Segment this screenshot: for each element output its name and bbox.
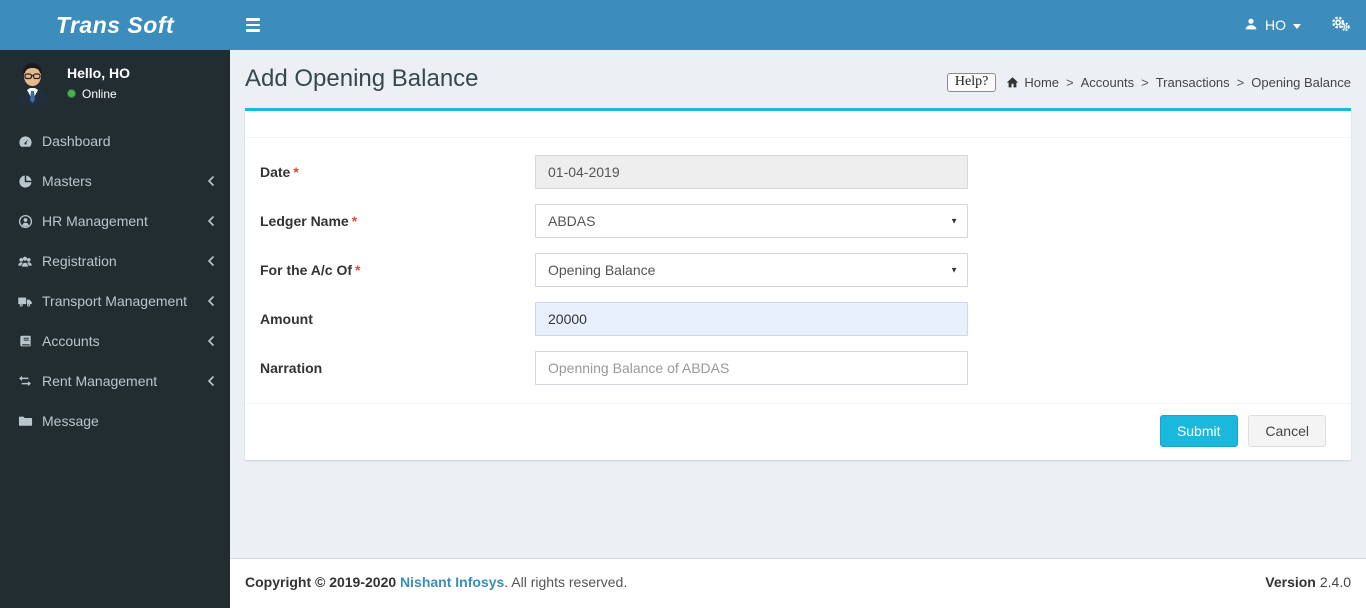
chevron-left-icon: [206, 375, 216, 387]
chevron-left-icon: [206, 255, 216, 267]
user-greeting: Hello, HO: [67, 64, 131, 81]
for-the-ac-of-select[interactable]: Opening Balance: [535, 253, 968, 287]
sidebar-item-label: Rent Management: [42, 373, 158, 389]
sidebar-item-label: HR Management: [42, 213, 148, 229]
sidebar-item-hr-management[interactable]: HR Management: [0, 201, 230, 241]
submit-button[interactable]: Submit: [1159, 415, 1238, 447]
breadcrumb-separator: >: [1066, 75, 1074, 90]
sidebar-item-label: Transport Management: [42, 293, 187, 309]
page-title: Add Opening Balance: [245, 65, 479, 92]
form-row-for-the-ac-of: For the A/c Of * Opening Balance ▼: [260, 253, 1336, 287]
breadcrumb-separator: >: [1141, 75, 1149, 90]
user-status[interactable]: Online: [67, 87, 130, 101]
form-row-date: Date *: [260, 155, 1336, 189]
content-header: Add Opening Balance Help? Home > Account…: [230, 50, 1366, 93]
user-avatar: [16, 63, 49, 105]
copyright-years: Copyright © 2019-2020: [245, 574, 397, 590]
app-logo-text: Trans Soft: [55, 11, 175, 38]
date-input[interactable]: [535, 155, 968, 189]
copyright-text: Copyright © 2019-2020 Nishant Infosys. A…: [245, 574, 627, 593]
truck-icon: [15, 294, 35, 309]
narration-input[interactable]: [535, 351, 968, 385]
amount-label: Amount: [260, 311, 313, 327]
rights-text: . All rights reserved.: [504, 574, 628, 590]
breadcrumb-accounts[interactable]: Accounts: [1081, 75, 1134, 90]
form-row-ledger-name: Ledger Name * ABDAS ▼: [260, 204, 1336, 238]
form-panel: Date* Ledger Name* ABDAS ▼: [245, 108, 1351, 460]
sidebar-item-label: Message: [42, 413, 99, 429]
breadcrumb: Help? Home > Accounts > Transactions > O…: [946, 73, 1351, 92]
hamburger-icon: [246, 18, 260, 21]
for-the-ac-of-label: For the A/c Of *: [260, 262, 361, 278]
chevron-left-icon: [206, 295, 216, 307]
help-button[interactable]: Help?: [946, 73, 997, 92]
amount-input[interactable]: [535, 302, 968, 336]
chevron-left-icon: [206, 335, 216, 347]
home-icon: [1006, 76, 1019, 89]
user-info: Hello, HO Online: [67, 65, 130, 101]
settings-button[interactable]: [1315, 0, 1366, 50]
users-icon: [15, 254, 35, 269]
form-row-amount: Amount: [260, 302, 1336, 336]
sidebar-item-masters[interactable]: Masters: [0, 161, 230, 201]
sidebar-item-rent-management[interactable]: Rent Management: [0, 361, 230, 401]
version-info: Version 2.4.0: [1265, 574, 1351, 593]
company-link[interactable]: Nishant Infosys: [400, 574, 504, 590]
user-menu-label: HO: [1265, 17, 1286, 33]
sidebar: Trans Soft Hello, HO Online Dashboard Ma…: [0, 0, 230, 608]
breadcrumb-opening-balance[interactable]: Opening Balance: [1251, 75, 1351, 90]
gauge-icon: [15, 134, 35, 149]
sidebar-item-registration[interactable]: Registration: [0, 241, 230, 281]
user-icon: [1244, 17, 1258, 34]
breadcrumb-home[interactable]: Home: [1024, 75, 1059, 90]
sidebar-item-accounts[interactable]: Accounts: [0, 321, 230, 361]
date-label: Date *: [260, 164, 299, 180]
top-navbar: HO: [230, 0, 1366, 50]
required-asterisk: *: [355, 262, 361, 278]
sidebar-item-label: Dashboard: [42, 133, 111, 149]
breadcrumb-transactions[interactable]: Transactions: [1156, 75, 1230, 90]
chevron-left-icon: [206, 215, 216, 227]
user-circle-icon: [15, 214, 35, 229]
sidebar-item-transport-management[interactable]: Transport Management: [0, 281, 230, 321]
version-value: 2.4.0: [1319, 574, 1351, 590]
exchange-icon: [15, 374, 35, 388]
sidebar-item-label: Registration: [42, 253, 117, 269]
online-dot-icon: [67, 89, 76, 98]
book-icon: [15, 334, 35, 349]
sidebar-item-message[interactable]: Message: [0, 401, 230, 441]
cogs-icon: [1331, 15, 1350, 35]
app-logo[interactable]: Trans Soft: [0, 0, 230, 50]
cancel-button[interactable]: Cancel: [1248, 415, 1326, 447]
chevron-left-icon: [206, 175, 216, 187]
sidebar-item-dashboard[interactable]: Dashboard: [0, 121, 230, 161]
folder-icon: [15, 414, 35, 428]
user-panel: Hello, HO Online: [0, 50, 230, 115]
page-footer: Copyright © 2019-2020 Nishant Infosys. A…: [230, 558, 1366, 608]
pie-chart-icon: [15, 174, 35, 189]
sidebar-item-label: Masters: [42, 173, 92, 189]
version-label: Version: [1265, 574, 1316, 590]
ledger-name-selected-value: ABDAS: [548, 213, 596, 229]
narration-label: Narration: [260, 360, 323, 376]
caret-down-icon: [1293, 23, 1301, 29]
required-asterisk: *: [351, 213, 358, 229]
form-panel-header: [245, 111, 1351, 138]
form-row-narration: Narration: [260, 351, 1336, 385]
required-asterisk: *: [293, 164, 299, 180]
for-the-ac-of-selected-value: Opening Balance: [548, 262, 656, 278]
navbar-right: HO: [1230, 0, 1366, 50]
user-status-label: Online: [82, 86, 117, 101]
sidebar-item-label: Accounts: [42, 333, 100, 349]
sidebar-menu: Dashboard Masters HR Management Registra…: [0, 121, 230, 441]
breadcrumb-separator: >: [1236, 75, 1245, 90]
form-body: Date* Ledger Name* ABDAS ▼: [245, 138, 1351, 403]
content-area: Add Opening Balance Help? Home > Account…: [230, 50, 1366, 558]
user-menu[interactable]: HO: [1230, 0, 1315, 50]
ledger-name-select[interactable]: ABDAS: [535, 204, 968, 238]
sidebar-toggle-button[interactable]: [230, 0, 276, 50]
form-footer: Submit Cancel: [245, 403, 1351, 460]
ledger-name-label: Ledger Name *: [260, 213, 358, 229]
